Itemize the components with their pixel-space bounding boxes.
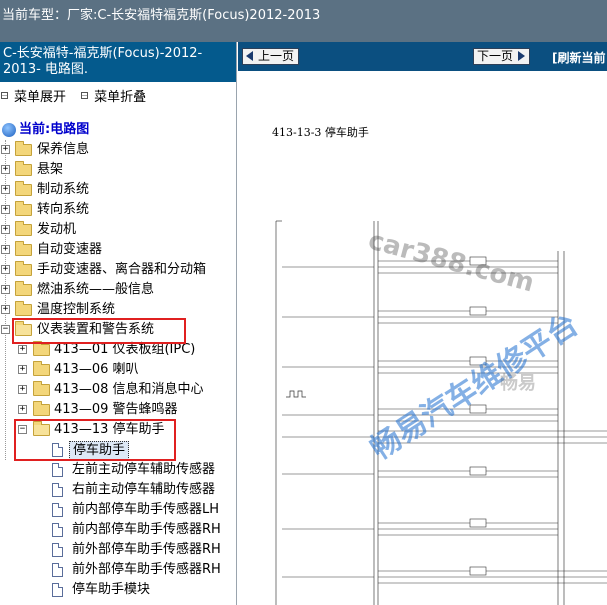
expand-toggle-icon[interactable]: + bbox=[1, 265, 10, 274]
tree-subitem-horn[interactable]: + 413—06 喇叭 bbox=[0, 360, 236, 380]
prev-page-button[interactable]: 上一页 bbox=[242, 48, 300, 65]
document-icon bbox=[52, 523, 63, 537]
menu-controls: 菜单展开 菜单折叠 bbox=[0, 82, 236, 105]
car-model-label: 当前车型： bbox=[2, 8, 68, 23]
refresh-link[interactable]: [刷新当前 bbox=[552, 49, 606, 66]
tree-item-maintenance[interactable]: + 保养信息 bbox=[0, 140, 236, 160]
expand-toggle-icon[interactable]: + bbox=[1, 225, 10, 234]
car-model: 当前车型：厂家:C-长安福特福克斯(Focus)2012-2013 bbox=[2, 4, 320, 23]
tree-item-engine[interactable]: + 发动机 bbox=[0, 220, 236, 240]
expand-toggle-icon[interactable]: + bbox=[1, 165, 10, 174]
highlight-box-instruments bbox=[12, 318, 186, 344]
arrow-left-icon bbox=[246, 51, 253, 61]
collapse-icon bbox=[81, 92, 89, 99]
tree-subitem-warning-buzzer[interactable]: + 413—09 警告蜂鸣器 bbox=[0, 400, 236, 420]
highlight-box-parking-aid bbox=[14, 419, 176, 461]
page-navbar: 上一页 下一页 [刷新当前 bbox=[238, 42, 607, 71]
folder-icon bbox=[15, 241, 32, 256]
expand-toggle-icon[interactable]: + bbox=[18, 345, 27, 354]
folder-icon bbox=[15, 181, 32, 196]
tree-item-climate-control[interactable]: + 温度控制系统 bbox=[0, 300, 236, 320]
expand-toggle-icon[interactable]: + bbox=[1, 185, 10, 194]
folder-icon bbox=[15, 301, 32, 316]
folder-icon bbox=[15, 161, 32, 176]
wiring-diagram: 413-13-3 停车助手 car388.com 畅易汽车维修平台 畅易 bbox=[238, 71, 607, 605]
tree-item-steering[interactable]: + 转向系统 bbox=[0, 200, 236, 220]
folder-icon bbox=[15, 261, 32, 276]
folder-icon bbox=[15, 281, 32, 296]
expand-icon bbox=[1, 92, 8, 99]
arrow-right-icon bbox=[518, 51, 526, 61]
folder-icon bbox=[33, 361, 50, 376]
car-model-value: 厂家:C-长安福特福克斯(Focus)2012-2013 bbox=[67, 8, 321, 23]
tree-item-fuel-system[interactable]: + 燃油系统——般信息 bbox=[0, 280, 236, 300]
tree-doc-front-inner-sensor-rh[interactable]: 前内部停车助手传感器RH bbox=[0, 520, 236, 540]
menu-tree: 当前:电路图 + 保养信息 + 悬架 + 制动系统 + 转向系统 + 发动机 +… bbox=[0, 120, 236, 600]
content-pane: 上一页 下一页 [刷新当前 413-13-3 停车助手 car388.com 畅… bbox=[238, 42, 607, 605]
sidebar-title: C-长安福特-福克斯(Focus)-2012-2013- 电路图. bbox=[0, 42, 236, 82]
document-icon bbox=[52, 563, 63, 577]
folder-icon bbox=[15, 221, 32, 236]
folder-icon bbox=[15, 201, 32, 216]
document-icon bbox=[52, 483, 63, 497]
expand-toggle-icon[interactable]: + bbox=[1, 285, 10, 294]
tree-doc-front-inner-sensor-lh[interactable]: 前内部停车助手传感器LH bbox=[0, 500, 236, 520]
collapse-all-button[interactable]: 菜单折叠 bbox=[80, 86, 146, 105]
expand-toggle-icon[interactable]: + bbox=[1, 305, 10, 314]
tree-doc-front-outer-sensor-rh-2[interactable]: 前外部停车助手传感器RH bbox=[0, 560, 236, 580]
expand-toggle-icon[interactable]: + bbox=[18, 385, 27, 394]
document-icon bbox=[52, 583, 63, 597]
folder-icon bbox=[33, 401, 50, 416]
expand-toggle-icon[interactable]: + bbox=[18, 365, 27, 374]
expand-toggle-icon[interactable]: + bbox=[1, 245, 10, 254]
top-bar: 当前车型：厂家:C-长安福特福克斯(Focus)2012-2013 bbox=[0, 0, 607, 42]
expand-all-button[interactable]: 菜单展开 bbox=[0, 86, 66, 105]
document-icon bbox=[52, 503, 63, 517]
wiring-diagram-drawing bbox=[275, 220, 607, 605]
tree-item-auto-transmission[interactable]: + 自动变速器 bbox=[0, 240, 236, 260]
expand-toggle-icon[interactable]: + bbox=[18, 405, 27, 414]
folder-icon bbox=[15, 141, 32, 156]
folder-icon bbox=[33, 381, 50, 396]
tree-root[interactable]: 当前:电路图 bbox=[0, 120, 236, 140]
tree-doc-front-right-sensor[interactable]: 右前主动停车辅助传感器 bbox=[0, 480, 236, 500]
expand-toggle-icon[interactable]: + bbox=[1, 145, 10, 154]
tree-subitem-message-center[interactable]: + 413—08 信息和消息中心 bbox=[0, 380, 236, 400]
folder-icon bbox=[33, 341, 50, 356]
globe-icon bbox=[2, 123, 16, 137]
next-page-button[interactable]: 下一页 bbox=[473, 48, 531, 65]
tree-doc-front-left-sensor[interactable]: 左前主动停车辅助传感器 bbox=[0, 460, 236, 480]
expand-toggle-icon[interactable]: + bbox=[1, 205, 10, 214]
tree-doc-front-outer-sensor-rh-1[interactable]: 前外部停车助手传感器RH bbox=[0, 540, 236, 560]
tree-item-suspension[interactable]: + 悬架 bbox=[0, 160, 236, 180]
sidebar: C-长安福特-福克斯(Focus)-2012-2013- 电路图. 菜单展开 菜… bbox=[0, 42, 237, 605]
collapse-toggle-icon[interactable]: − bbox=[1, 325, 10, 334]
tree-item-manual-transmission[interactable]: + 手动变速器、离合器和分动箱 bbox=[0, 260, 236, 280]
tree-doc-parking-aid-module[interactable]: 停车助手模块 bbox=[0, 580, 236, 600]
document-icon bbox=[52, 543, 63, 557]
document-icon bbox=[52, 463, 63, 477]
tree-item-brakes[interactable]: + 制动系统 bbox=[0, 180, 236, 200]
